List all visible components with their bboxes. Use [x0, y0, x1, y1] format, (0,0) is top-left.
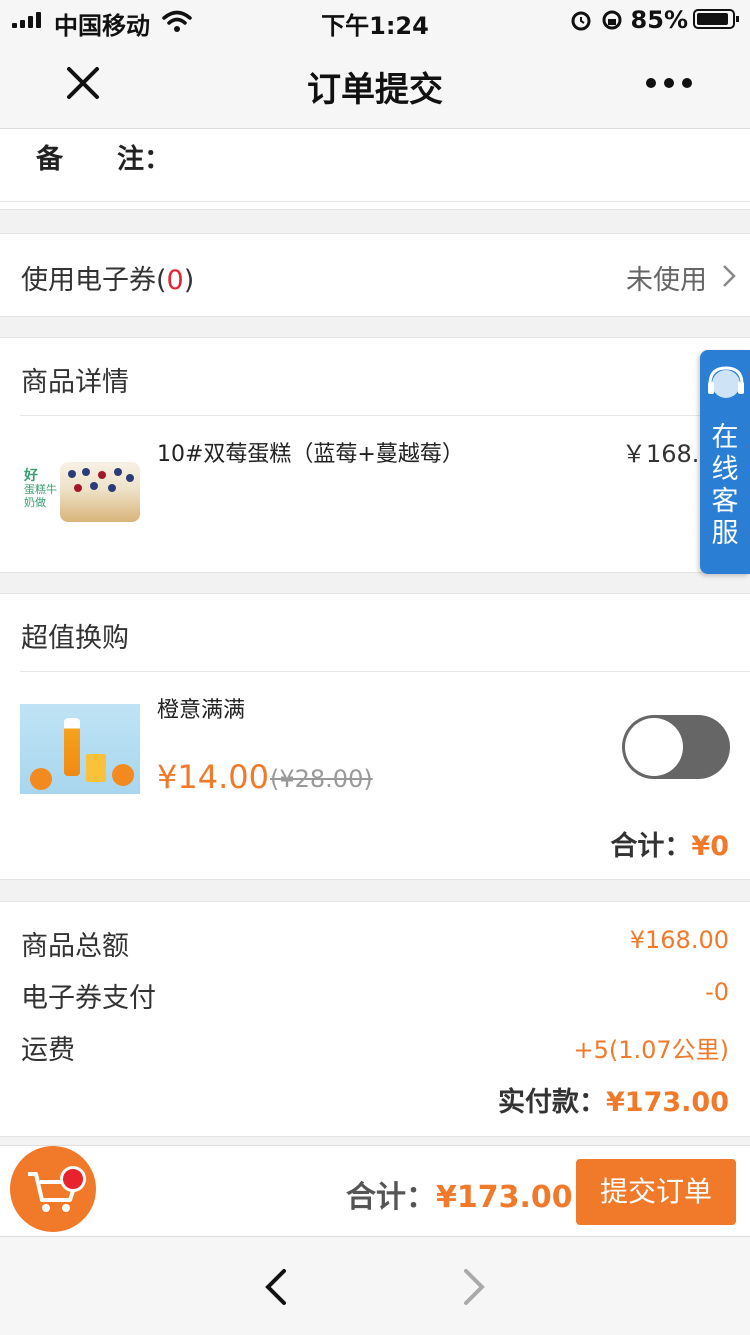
- upsell-subtotal: 合计：¥0: [610, 831, 729, 862]
- bottom-action-bar: 合计：¥173.00 提交订单: [0, 1145, 750, 1236]
- upsell-title: 超值换购: [21, 623, 129, 654]
- back-arrow-icon[interactable]: [262, 1267, 290, 1307]
- remark-section: 备 注：: [0, 129, 750, 210]
- juice-glass-graphic: [86, 754, 106, 782]
- coupon-count: 0: [166, 265, 184, 296]
- upsell-product-name[interactable]: 橙意满满: [157, 692, 245, 724]
- summary-value-coupon-payment: -0: [705, 978, 729, 1006]
- upsell-product-image[interactable]: [20, 704, 140, 794]
- customer-service-label: 在 线 客 服: [711, 422, 739, 549]
- summary-label-coupon-payment: 电子券支付: [21, 983, 156, 1014]
- chevron-right-icon: [723, 265, 736, 287]
- coupon-status: 未使用: [626, 265, 707, 296]
- forward-arrow-icon[interactable]: [460, 1267, 488, 1307]
- orange-graphic-2: [112, 764, 134, 786]
- page-title: 订单提交: [307, 70, 443, 110]
- remark-input[interactable]: [180, 129, 730, 199]
- coupon-row[interactable]: 使用电子券(0) 未使用: [0, 233, 750, 317]
- bottom-total: 合计：¥173.00: [346, 1180, 573, 1215]
- summary-label-goods-total: 商品总额: [21, 931, 129, 962]
- cake-graphic: [60, 462, 140, 522]
- customer-service-button[interactable]: 在 线 客 服: [700, 350, 750, 574]
- summary-value-shipping: +5(1.07公里): [573, 1036, 729, 1064]
- upsell-section: 超值换购 橙意满满 ¥14.00 (¥28.00) 合计：¥0: [0, 593, 750, 880]
- bottom-total-value: ¥173.00: [436, 1180, 573, 1215]
- browser-toolbar: [0, 1236, 750, 1335]
- product-image[interactable]: 好蛋糕牛奶做: [22, 456, 140, 530]
- summary-paid-value: ¥173.00: [606, 1087, 729, 1118]
- upsell-price: ¥14.00: [157, 758, 269, 796]
- summary-paid: 实付款：¥173.00: [498, 1087, 729, 1118]
- upsell-original-price: (¥28.00): [270, 765, 373, 793]
- battery-icon: [693, 9, 739, 29]
- orange-graphic: [30, 768, 52, 790]
- product-name[interactable]: 10#双莓蛋糕（蓝莓+蔓越莓）: [157, 436, 464, 468]
- more-icon[interactable]: [646, 78, 692, 88]
- product-price: ￥168.: [622, 440, 700, 468]
- cart-badge: [60, 1166, 86, 1192]
- cart-button[interactable]: [10, 1146, 96, 1232]
- upsell-toggle[interactable]: [622, 715, 730, 779]
- status-bar: 中国移动 下午1:24 85%: [0, 0, 750, 40]
- nav-bar: 订单提交: [0, 40, 750, 129]
- upsell-subtotal-value: ¥0: [691, 831, 729, 862]
- product-details-title: 商品详情: [21, 367, 129, 398]
- juice-bottle-graphic: [64, 718, 80, 776]
- coupon-label: 使用电子券(0): [21, 265, 195, 296]
- remark-label: 备 注：: [36, 144, 171, 175]
- summary-label-shipping: 运费: [21, 1035, 75, 1066]
- product-details-section: 商品详情 好蛋糕牛奶做 10#双莓蛋糕（蓝莓+蔓越莓） ￥168.: [0, 337, 750, 573]
- alarm-icon: [571, 11, 591, 31]
- submit-order-button[interactable]: 提交订单: [576, 1159, 736, 1225]
- order-summary-section: 商品总额 ¥168.00 电子券支付 -0 运费 +5(1.07公里) 实付款：…: [0, 901, 750, 1137]
- battery-percent: 85%: [630, 6, 688, 34]
- brand-logo: 好蛋糕牛奶做: [24, 468, 57, 509]
- summary-value-goods-total: ¥168.00: [629, 926, 729, 954]
- rotation-lock-icon: [602, 10, 622, 30]
- headset-icon: [708, 366, 744, 398]
